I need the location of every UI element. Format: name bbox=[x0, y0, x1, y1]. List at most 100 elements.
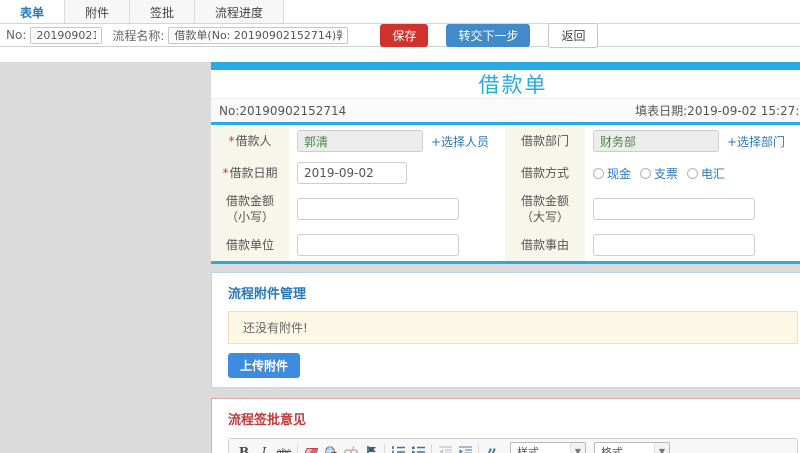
radio-icon bbox=[593, 167, 604, 179]
radio-cheque-label: 支票 bbox=[654, 166, 679, 181]
unlink-icon bbox=[344, 445, 358, 453]
upload-attachment-button[interactable]: 上传附件 bbox=[228, 353, 301, 378]
toolbar-separator bbox=[431, 444, 432, 453]
next-step-button[interactable]: 转交下一步 bbox=[446, 23, 531, 47]
reason-field-cell bbox=[585, 229, 800, 261]
strikethrough-button[interactable]: abc bbox=[274, 443, 294, 453]
toolbar-separator bbox=[478, 444, 479, 453]
styles-select[interactable]: 样式 ▼ bbox=[510, 442, 586, 453]
department-label-cell: 借款部门 bbox=[505, 125, 585, 157]
amount-small-input[interactable] bbox=[297, 198, 459, 220]
tab-progress[interactable]: 流程进度 bbox=[195, 0, 285, 23]
flow-name-input[interactable] bbox=[168, 26, 349, 44]
tab-progress-label: 流程进度 bbox=[215, 6, 264, 20]
approval-panel: 流程签批意见 B I abc 样式 ▼ 格式 ▼ bbox=[211, 398, 800, 453]
command-toolbar: No: 流程名称: 保存 转交下一步 返回 bbox=[0, 22, 800, 48]
screen: 表单 附件 签批 流程进度 No: 流程名称: 保存 转交下一步 返回 借款单 … bbox=[0, 0, 800, 453]
flow-name-label: 流程名称: bbox=[112, 28, 165, 43]
amount-small-field-cell bbox=[289, 189, 505, 229]
form-meta-row: No:20190902152714 填表日期:2019-09-02 15:27:… bbox=[211, 98, 800, 125]
amount-small-label: 借款金额（小写） bbox=[225, 194, 274, 224]
unit-label-cell: 借款单位 bbox=[211, 229, 289, 261]
loan-date-field-cell bbox=[289, 157, 505, 189]
link-icon bbox=[325, 445, 338, 453]
radio-cheque[interactable]: 支票 bbox=[640, 165, 678, 182]
form-date-text: 填表日期:2019-09-02 15:27:1 bbox=[635, 104, 800, 118]
department-label: 借款部门 bbox=[520, 134, 569, 148]
editor-toolbar: B I abc 样式 ▼ 格式 ▼ bbox=[229, 439, 797, 453]
italic-icon: I bbox=[261, 444, 267, 453]
toolbar-separator bbox=[384, 444, 385, 453]
bulleted-list-icon bbox=[411, 446, 425, 453]
amount-big-input[interactable] bbox=[593, 198, 755, 220]
indent-icon bbox=[458, 445, 472, 453]
chevron-down-icon: ▼ bbox=[570, 443, 585, 453]
format-select-label: 格式 bbox=[601, 445, 623, 453]
tab-approval-label: 签批 bbox=[150, 6, 175, 20]
unit-input[interactable] bbox=[297, 234, 459, 256]
reason-label: 借款事由 bbox=[520, 238, 569, 252]
tab-form[interactable]: 表单 bbox=[0, 0, 66, 23]
chevron-down-icon: ▼ bbox=[654, 443, 669, 453]
reason-input[interactable] bbox=[593, 234, 755, 256]
method-label-cell: 借款方式 bbox=[505, 157, 585, 189]
required-mark: * bbox=[222, 166, 229, 180]
borrower-field-cell: +选择人员 bbox=[289, 125, 505, 157]
amount-small-label-cell: 借款金额（小写） bbox=[211, 189, 289, 229]
method-field-cell: 现金 支票 电汇 bbox=[585, 157, 800, 189]
styles-select-label: 样式 bbox=[517, 445, 539, 453]
outdent-button[interactable] bbox=[435, 443, 455, 453]
italic-button[interactable]: I bbox=[254, 443, 274, 453]
back-button[interactable]: 返回 bbox=[548, 22, 599, 48]
panel-top-accent bbox=[211, 62, 800, 70]
save-button[interactable]: 保存 bbox=[380, 23, 429, 47]
remove-format-button[interactable] bbox=[301, 443, 321, 453]
content-area: 借款单 No:20190902152714 填表日期:2019-09-02 15… bbox=[0, 62, 800, 453]
tab-form-label: 表单 bbox=[20, 6, 45, 20]
bulleted-list-button[interactable] bbox=[408, 443, 428, 453]
borrower-input[interactable] bbox=[297, 130, 423, 152]
tab-attachment[interactable]: 附件 bbox=[65, 0, 131, 23]
numbered-list-button[interactable] bbox=[388, 443, 408, 453]
no-attachments-alert: 还没有附件! bbox=[228, 311, 798, 344]
select-department-link[interactable]: +选择部门 bbox=[727, 133, 785, 150]
outdent-icon bbox=[438, 445, 452, 453]
bold-button[interactable]: B bbox=[234, 443, 254, 453]
department-field-cell: +选择部门 bbox=[585, 125, 800, 157]
blockquote-icon: ” bbox=[487, 443, 497, 453]
link-button[interactable] bbox=[321, 443, 341, 453]
required-mark: * bbox=[228, 134, 235, 148]
eraser-icon bbox=[303, 447, 319, 453]
no-label: No: bbox=[6, 28, 27, 42]
no-input[interactable] bbox=[30, 26, 103, 44]
format-select[interactable]: 格式 ▼ bbox=[594, 442, 670, 453]
amount-big-field-cell bbox=[585, 189, 800, 229]
attachments-panel: 流程附件管理 还没有附件! 上传附件 bbox=[211, 272, 800, 388]
radio-wire[interactable]: 电汇 bbox=[687, 165, 725, 182]
loan-date-label: 借款日期 bbox=[229, 166, 278, 180]
radio-icon bbox=[640, 167, 652, 179]
method-label: 借款方式 bbox=[520, 166, 569, 180]
form-no-text: No:20190902152714 bbox=[219, 103, 347, 118]
select-person-link[interactable]: +选择人员 bbox=[431, 133, 489, 150]
tab-attachment-label: 附件 bbox=[85, 6, 110, 20]
anchor-button[interactable] bbox=[361, 443, 381, 453]
unlink-button[interactable] bbox=[341, 443, 361, 453]
loan-date-label-cell: *借款日期 bbox=[211, 157, 289, 189]
unit-label: 借款单位 bbox=[225, 238, 274, 252]
radio-cash[interactable]: 现金 bbox=[593, 165, 631, 182]
borrower-label-cell: *借款人 bbox=[211, 125, 289, 157]
indent-button[interactable] bbox=[455, 443, 475, 453]
tab-approval[interactable]: 签批 bbox=[130, 0, 196, 23]
amount-big-label: 借款金额（大写） bbox=[520, 194, 569, 224]
department-input[interactable] bbox=[593, 130, 719, 152]
loan-form-panel: 借款单 No:20190902152714 填表日期:2019-09-02 15… bbox=[211, 62, 800, 264]
loan-date-input[interactable] bbox=[297, 162, 407, 184]
amount-big-label-cell: 借款金额（大写） bbox=[505, 189, 585, 229]
bold-icon: B bbox=[238, 444, 250, 453]
form-title: 借款单 bbox=[478, 73, 548, 97]
tab-bar: 表单 附件 签批 流程进度 bbox=[0, 0, 800, 24]
toolbar-separator bbox=[297, 444, 298, 453]
radio-wire-label: 电汇 bbox=[701, 166, 726, 181]
blockquote-button[interactable]: ” bbox=[482, 443, 502, 453]
